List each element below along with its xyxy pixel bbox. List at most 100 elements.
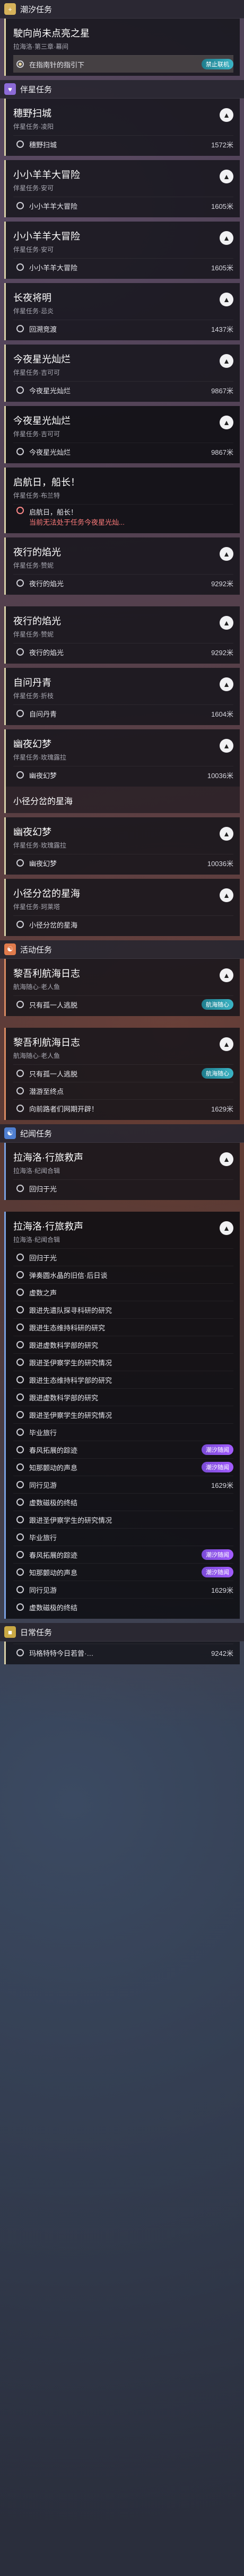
quest-objective[interactable]: 毕业旅行 bbox=[13, 1423, 233, 1441]
quest-objective[interactable]: 跟进圣伊察学生的研究情况 bbox=[13, 1353, 233, 1371]
collapse-chevron-icon[interactable]: ▲ bbox=[220, 616, 233, 630]
quest-card[interactable]: ▲ 黎吾利航海日志 航海随心·老人鱼 只有孤一人逃脱 航海随心 潜游至终点 向前… bbox=[4, 1028, 240, 1120]
objective-text: 跟进虚数科学部的研究 bbox=[29, 1341, 99, 1349]
quest-objective[interactable]: 跟进生态维持科学部的研究 bbox=[13, 1371, 233, 1388]
quest-card[interactable]: 駛向尚未点亮之星 拉海洛·第三章·幕间 在指南针的指引下 禁止联机 bbox=[4, 19, 240, 76]
objective-bullet-icon bbox=[16, 140, 24, 148]
quest-objective[interactable]: 跟进圣伊察学生的研究情况 bbox=[13, 1511, 233, 1528]
quest-objective[interactable]: 只有孤一人逃脱 航海随心 bbox=[13, 995, 233, 1013]
objective-distance: 9867米 bbox=[211, 386, 233, 395]
collapse-chevron-icon[interactable]: ▲ bbox=[220, 170, 233, 183]
quest-title: 幽夜幻梦 bbox=[13, 739, 51, 749]
quest-card[interactable]: ▲ 穗野扫城 伴星任务·凌阳 穗野扫城 1572米 bbox=[4, 99, 240, 156]
quest-objective[interactable]: 知那颤动的声息 潮汐随闻 bbox=[13, 1458, 233, 1476]
collapse-chevron-icon[interactable]: ▲ bbox=[220, 293, 233, 306]
quest-card[interactable]: ▲ 小小羊羊大冒险 伴星任务·安可 小小羊羊大冒险 1605米 bbox=[4, 222, 240, 279]
quest-objective[interactable]: 同行见游 1629米 bbox=[13, 1581, 233, 1598]
quest-objective[interactable]: 穗野扫城 1572米 bbox=[13, 135, 233, 153]
objective-distance: 9292米 bbox=[211, 579, 233, 588]
quest-objective[interactable]: 毕业旅行 bbox=[13, 1528, 233, 1546]
section-header-daily[interactable]: ■ 日常任务 bbox=[0, 1623, 244, 1642]
quest-objective[interactable]: 虚数磁极的终结 bbox=[13, 1493, 233, 1511]
quest-objective[interactable]: 启航日，船长！ 当前无法处于任务今夜星光灿... bbox=[13, 504, 233, 530]
collapse-chevron-icon[interactable]: ▲ bbox=[220, 416, 233, 429]
quest-objective[interactable]: 幽夜幻梦 10036米 bbox=[13, 854, 233, 871]
collapse-chevron-icon[interactable]: ▲ bbox=[220, 968, 233, 982]
quest-card[interactable]: 玛格特特今日若曾·… 9242米 bbox=[4, 1642, 240, 1664]
quest-objective[interactable]: 回归于光 bbox=[13, 1248, 233, 1266]
quest-objective[interactable]: 跟进先遣队探寻科研的研究 bbox=[13, 1301, 233, 1318]
quest-objective[interactable]: 自问丹青 1604米 bbox=[13, 704, 233, 722]
quest-objective[interactable]: 弹奏圆水晶的旧信·后日谈 bbox=[13, 1266, 233, 1283]
quest-objective[interactable]: 跟进虚数科学部的研究 bbox=[13, 1336, 233, 1353]
quest-objective[interactable]: 在指南针的指引下 禁止联机 bbox=[13, 55, 233, 73]
section-header-companion[interactable]: ♥ 伴星任务 bbox=[0, 80, 244, 99]
objective-text: 虚数之声 bbox=[29, 1289, 57, 1297]
quest-objective[interactable]: 虚数磁极的终结 bbox=[13, 1598, 233, 1616]
objective-bullet-icon bbox=[16, 1185, 24, 1192]
objective-distance: 9292米 bbox=[211, 648, 233, 657]
quest-objective[interactable]: 玛格特特今日若曾·… 9242米 bbox=[13, 1644, 233, 1661]
quest-card[interactable]: 小径分岔的星海 bbox=[4, 787, 240, 813]
quest-objective[interactable]: 春风拓展的踪迹 潮汐随闻 bbox=[13, 1441, 233, 1458]
quest-objective[interactable]: 虚数之声 bbox=[13, 1283, 233, 1301]
quest-objective[interactable]: 回归于光 bbox=[13, 1179, 233, 1197]
collapse-chevron-icon[interactable]: ▲ bbox=[220, 1037, 233, 1051]
quest-objective[interactable]: 小径分岔的星海 bbox=[13, 915, 233, 933]
objective-text: 小小羊羊大冒险 bbox=[29, 202, 78, 210]
collapse-chevron-icon[interactable]: ▲ bbox=[220, 354, 233, 368]
quest-card[interactable]: ▲ 今夜星光灿烂 伴星任务·吉可可 今夜星光灿烂 9867米 bbox=[4, 345, 240, 402]
quest-card[interactable]: ▲ 今夜星光灿烂 伴星任务·吉可可 今夜星光灿烂 9867米 bbox=[4, 406, 240, 463]
quest-objective[interactable]: 向前路者们网期开辟！ 1629米 bbox=[13, 1099, 233, 1117]
quest-subtitle: 伴星任务·布兰特 bbox=[13, 492, 60, 499]
quest-card[interactable]: ▲ 夜行的焰光 伴星任务·赞妮 夜行的焰光 9292米 bbox=[4, 537, 240, 595]
collapse-chevron-icon[interactable]: ▲ bbox=[220, 827, 233, 841]
quest-objective[interactable]: 同行见游 1629米 bbox=[13, 1476, 233, 1493]
objective-bullet-icon bbox=[16, 921, 24, 928]
collapse-chevron-icon[interactable]: ▲ bbox=[220, 677, 233, 691]
objective-bullet-icon bbox=[16, 1568, 24, 1576]
companion-section-icon: ♥ bbox=[4, 83, 16, 95]
quest-card[interactable]: ▲ 长夜将明 伴星任务·忌炎 回溯竞渡 1437米 bbox=[4, 283, 240, 340]
quest-title: 自问丹青 bbox=[13, 677, 51, 688]
quest-card[interactable]: ▲ 小小羊羊大冒险 伴星任务·安可 小小羊羊大冒险 1605米 bbox=[4, 160, 240, 217]
section-header-activity[interactable]: ☯ 活动任务 bbox=[0, 940, 244, 959]
quest-card[interactable]: ▲ 夜行的焰光 伴星任务·赞妮 夜行的焰光 9292米 bbox=[4, 606, 240, 664]
quest-objective[interactable]: 潜游至终点 bbox=[13, 1082, 233, 1099]
quest-objective[interactable]: 只有孤一人逃脱 航海随心 bbox=[13, 1064, 233, 1082]
quest-objective[interactable]: 回溯竞渡 1437米 bbox=[13, 320, 233, 337]
collapse-chevron-icon[interactable]: ▲ bbox=[220, 888, 233, 902]
quest-objective[interactable]: 夜行的焰光 9292米 bbox=[13, 643, 233, 660]
quest-card[interactable]: ▲ 拉海洛·行旅救声 拉海洛·纪闻合辑 回归于光 弹奏圆水晶的旧信·后日谈 虚数… bbox=[4, 1212, 240, 1619]
activity-section-icon: ☯ bbox=[4, 943, 16, 955]
quest-objective[interactable]: 跟进圣伊察学生的研究情况 bbox=[13, 1406, 233, 1423]
quest-card[interactable]: ▲ 小径分岔的星海 伴星任务·珂莱塔 小径分岔的星海 bbox=[4, 879, 240, 936]
quest-card[interactable]: ▲ 拉海洛·行旅救声 拉海洛·纪闻合辑 回归于光 bbox=[4, 1143, 240, 1200]
daily-section-icon: ■ bbox=[4, 1626, 16, 1638]
quest-objective[interactable]: 跟进生态维持科研的研究 bbox=[13, 1318, 233, 1336]
collapse-chevron-icon[interactable]: ▲ bbox=[220, 1221, 233, 1235]
quest-objective[interactable]: 小小羊羊大冒险 1605米 bbox=[13, 258, 233, 276]
collapse-chevron-icon[interactable]: ▲ bbox=[220, 231, 233, 245]
quest-objective[interactable]: 春风拓展的踪迹 潮汐随闻 bbox=[13, 1546, 233, 1563]
quest-card[interactable]: 启航日，船长！ 伴星任务·布兰特 启航日，船长！ 当前无法处于任务今夜星光灿..… bbox=[4, 467, 240, 533]
collapse-chevron-icon[interactable]: ▲ bbox=[220, 1152, 233, 1166]
quest-objective[interactable]: 知那颤动的声息 潮汐随闻 bbox=[13, 1563, 233, 1581]
collapse-chevron-icon[interactable]: ▲ bbox=[220, 108, 233, 122]
quest-objective[interactable]: 小小羊羊大冒险 1605米 bbox=[13, 197, 233, 214]
section-header-tide[interactable]: + 潮汐任务 bbox=[0, 0, 244, 19]
section-header-chronicle[interactable]: ☯ 纪闻任务 bbox=[0, 1124, 244, 1143]
quest-objective[interactable]: 夜行的焰光 9292米 bbox=[13, 574, 233, 592]
collapse-chevron-icon[interactable]: ▲ bbox=[220, 739, 233, 753]
quest-card[interactable]: ▲ 黎吾利航海日志 航海随心·老人鱼 只有孤一人逃脱 航海随心 bbox=[4, 959, 240, 1016]
collapse-chevron-icon[interactable]: ▲ bbox=[220, 547, 233, 561]
quest-objective[interactable]: 今夜星光灿烂 9867米 bbox=[13, 381, 233, 399]
quest-objective[interactable]: 幽夜幻梦 10036米 bbox=[13, 766, 233, 783]
objective-distance: 10036米 bbox=[207, 859, 233, 868]
quest-card[interactable]: ▲ 幽夜幻梦 伴星任务·玫瑰露拉 幽夜幻梦 10036米 bbox=[4, 729, 240, 787]
objective-text: 夜行的焰光 bbox=[29, 579, 64, 588]
quest-card[interactable]: ▲ 自问丹青 伴星任务·折枝 自问丹青 1604米 bbox=[4, 668, 240, 725]
quest-objective[interactable]: 跟进虚数科学部的研究 bbox=[13, 1388, 233, 1406]
quest-card[interactable]: ▲ 幽夜幻梦 伴星任务·玫瑰露拉 幽夜幻梦 10036米 bbox=[4, 817, 240, 875]
quest-objective[interactable]: 今夜星光灿烂 9867米 bbox=[13, 443, 233, 460]
